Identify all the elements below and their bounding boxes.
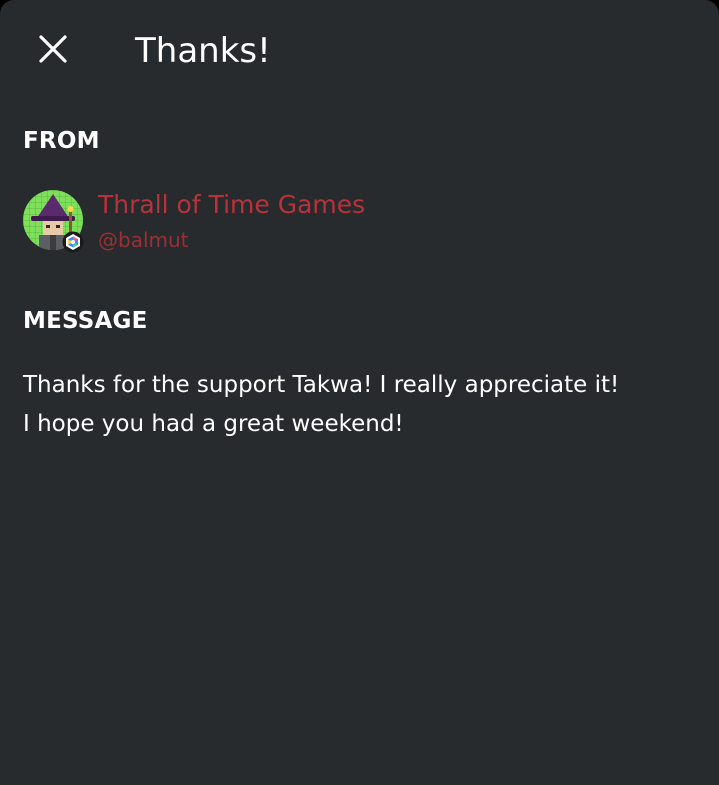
- close-icon: [39, 35, 67, 63]
- sender-row: Thrall of Time Games @balmut: [23, 190, 623, 253]
- supporter-badge-icon: [62, 231, 84, 253]
- message-label: MESSAGE: [23, 308, 148, 334]
- close-button[interactable]: [30, 26, 76, 72]
- message-body: Thanks for the support Takwa! I really a…: [23, 366, 703, 444]
- dialog-title: Thanks!: [135, 31, 271, 71]
- message-line: I hope you had a great weekend!: [23, 411, 404, 437]
- thanks-dialog: Thanks! FROM Thrall of Time Games @balmu…: [0, 0, 719, 785]
- sender-handle[interactable]: @balmut: [98, 228, 189, 252]
- dialog-header: Thanks!: [0, 0, 719, 100]
- message-line: Thanks for the support Takwa! I really a…: [23, 372, 620, 398]
- sender-name[interactable]: Thrall of Time Games: [98, 190, 365, 220]
- from-label: FROM: [23, 128, 100, 154]
